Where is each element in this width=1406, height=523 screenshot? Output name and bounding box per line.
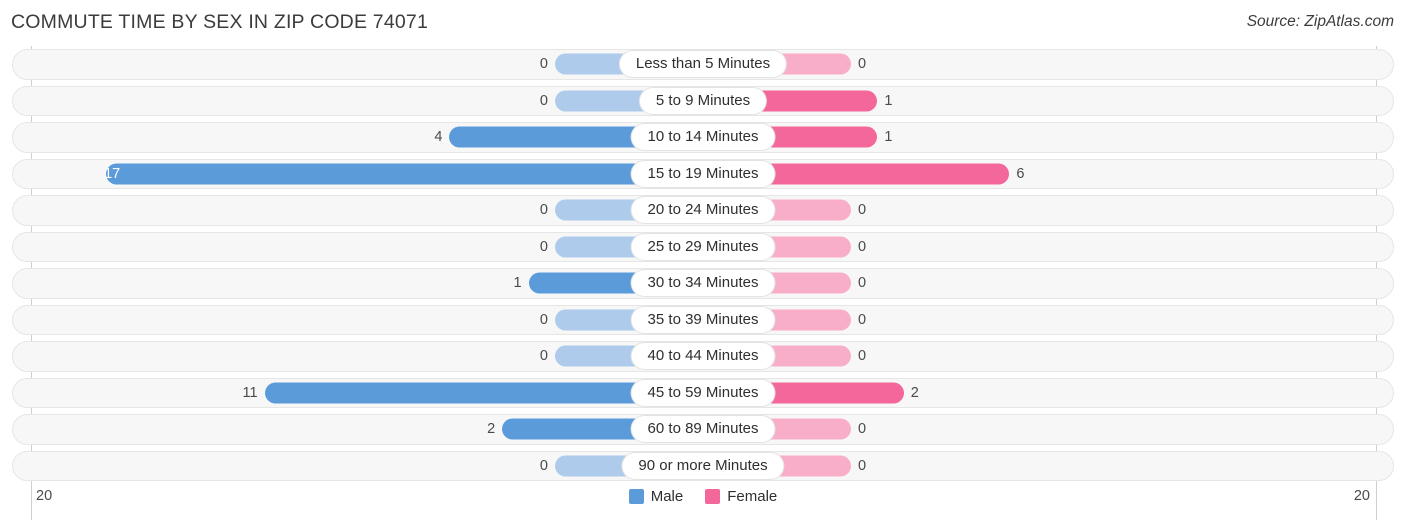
category-label-pill: 20 to 24 Minutes xyxy=(631,197,775,224)
bar-value-female: 0 xyxy=(858,421,867,438)
category-label-pill: 30 to 34 Minutes xyxy=(631,270,775,297)
row-bars: 0 0 25 to 29 Minutes xyxy=(0,229,1406,266)
chart-row[interactable]: 1 0 30 to 34 Minutes xyxy=(0,265,1406,302)
row-bars: 0 0 Less than 5 Minutes xyxy=(0,46,1406,83)
chart-row[interactable]: 0 0 20 to 24 Minutes xyxy=(0,192,1406,229)
bar-value-female: 0 xyxy=(858,56,867,73)
bar-value-female: 6 xyxy=(1016,165,1025,182)
bar-value-male: 0 xyxy=(539,348,548,365)
source-attribution: Source: ZipAtlas.com xyxy=(1246,13,1394,30)
category-label-pill: 15 to 19 Minutes xyxy=(631,160,775,187)
page-title: COMMUTE TIME BY SEX IN ZIP CODE 74071 xyxy=(11,11,429,33)
category-label-pill: Less than 5 Minutes xyxy=(619,51,787,78)
chart-rows: 0 0 Less than 5 Minutes 0 1 5 to 9 Minutes 4 1 1… xyxy=(0,46,1406,484)
bar-value-male: 1 xyxy=(513,275,522,292)
chart-row[interactable]: 2 0 60 to 89 Minutes xyxy=(0,411,1406,448)
chart-row[interactable]: 0 0 35 to 39 Minutes xyxy=(0,302,1406,339)
bar-value-male: 4 xyxy=(434,129,443,146)
bar-value-female: 0 xyxy=(858,311,867,328)
bar-value-male: 0 xyxy=(539,238,548,255)
row-bars: 17 6 15 to 19 Minutes xyxy=(0,156,1406,193)
category-label-pill: 25 to 29 Minutes xyxy=(631,233,775,260)
legend-label-male: Male xyxy=(650,488,684,505)
chart-row[interactable]: 0 0 Less than 5 Minutes xyxy=(0,46,1406,83)
legend-label-female: Female xyxy=(727,488,778,505)
row-bars: 0 1 5 to 9 Minutes xyxy=(0,83,1406,120)
legend-swatch-female-icon xyxy=(705,489,721,504)
category-label-pill: 35 to 39 Minutes xyxy=(631,306,775,333)
chart-row[interactable]: 0 1 5 to 9 Minutes xyxy=(0,83,1406,120)
bar-value-male: 0 xyxy=(539,56,548,73)
chart-row[interactable]: 4 1 10 to 14 Minutes xyxy=(0,119,1406,156)
bar-value-female: 0 xyxy=(858,238,867,255)
legend-item-male[interactable]: Male xyxy=(628,488,684,505)
category-label-pill: 10 to 14 Minutes xyxy=(631,124,775,151)
bar-value-female: 0 xyxy=(858,348,867,365)
bar-value-female: 0 xyxy=(858,202,867,219)
bar-male[interactable] xyxy=(106,163,703,185)
bar-value-male: 0 xyxy=(539,92,548,109)
row-bars: 0 0 20 to 24 Minutes xyxy=(0,192,1406,229)
bar-value-female: 0 xyxy=(858,275,867,292)
bar-value-male: 0 xyxy=(539,202,548,219)
bar-value-male: 17 xyxy=(104,165,121,182)
category-label-pill: 40 to 44 Minutes xyxy=(631,343,775,370)
category-label-pill: 45 to 59 Minutes xyxy=(631,379,775,406)
category-label-pill: 5 to 9 Minutes xyxy=(639,87,767,114)
row-bars: 1 0 30 to 34 Minutes xyxy=(0,265,1406,302)
category-label-pill: 60 to 89 Minutes xyxy=(631,416,775,443)
bar-value-male: 2 xyxy=(487,421,496,438)
bar-value-male: 0 xyxy=(539,457,548,474)
chart-row[interactable]: 17 6 15 to 19 Minutes xyxy=(0,156,1406,193)
row-bars: 0 0 90 or more Minutes xyxy=(0,448,1406,485)
row-bars: 0 0 35 to 39 Minutes xyxy=(0,302,1406,339)
row-bars: 11 2 45 to 59 Minutes xyxy=(0,375,1406,412)
bar-value-female: 1 xyxy=(884,129,893,146)
chart-plot-area: 0 0 Less than 5 Minutes 0 1 5 to 9 Minutes 4 1 1… xyxy=(0,46,1406,520)
row-bars: 0 0 40 to 44 Minutes xyxy=(0,338,1406,375)
bar-value-female: 0 xyxy=(858,457,867,474)
row-bars: 2 0 60 to 89 Minutes xyxy=(0,411,1406,448)
legend-item-female[interactable]: Female xyxy=(705,488,777,505)
category-label-pill: 90 or more Minutes xyxy=(622,452,784,479)
chart-row[interactable]: 11 2 45 to 59 Minutes xyxy=(0,375,1406,412)
chart-header: COMMUTE TIME BY SEX IN ZIP CODE 74071 So… xyxy=(0,0,1406,46)
bar-value-female: 1 xyxy=(884,92,893,109)
chart-row[interactable]: 0 0 90 or more Minutes xyxy=(0,448,1406,485)
chart-row[interactable]: 0 0 40 to 44 Minutes xyxy=(0,338,1406,375)
row-bars: 4 1 10 to 14 Minutes xyxy=(0,119,1406,156)
bar-value-male: 11 xyxy=(242,384,258,401)
chart-row[interactable]: 0 0 25 to 29 Minutes xyxy=(0,229,1406,266)
bar-value-female: 2 xyxy=(910,384,919,401)
legend-swatch-male-icon xyxy=(628,489,644,504)
chart-footer: 20 20 Male Female xyxy=(0,484,1406,523)
bar-value-male: 0 xyxy=(539,311,548,328)
chart-legend: Male Female xyxy=(0,488,1406,505)
